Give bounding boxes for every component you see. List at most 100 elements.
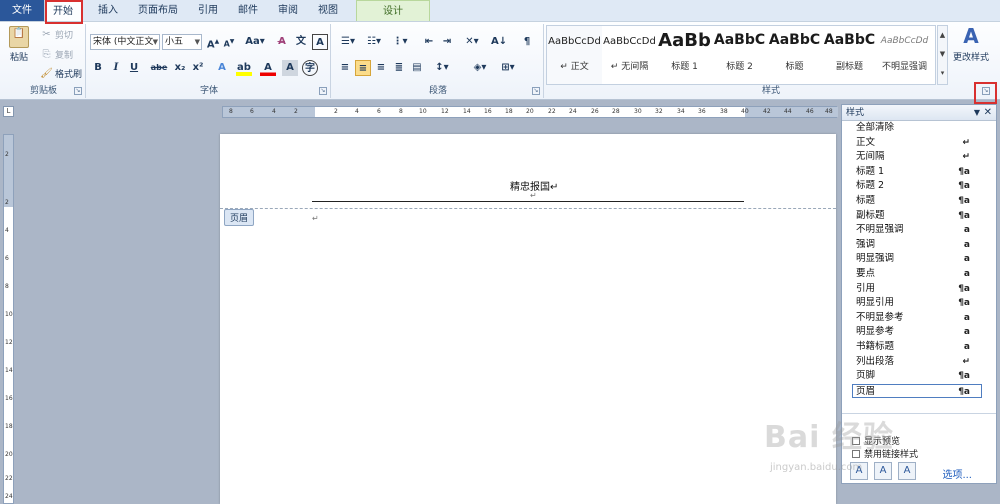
chinese-layout-icon[interactable]: ✕▾ xyxy=(461,34,483,50)
style-gallery-item[interactable]: AaBbC 标题 xyxy=(767,26,822,84)
sort-icon[interactable]: A↓ xyxy=(491,34,507,50)
tab-review[interactable]: 审阅 xyxy=(268,0,308,21)
char-border-icon[interactable]: A xyxy=(312,34,328,50)
style-list-item-selected[interactable]: 页眉 ¶a xyxy=(852,383,982,399)
change-case-icon[interactable]: Aa▾ xyxy=(245,34,265,50)
style-item-name: 标题 1 xyxy=(856,165,885,177)
strikethrough-icon[interactable]: abe xyxy=(148,60,170,76)
decrease-indent-icon[interactable]: ⇤ xyxy=(421,34,437,50)
change-styles-button[interactable]: A 更改样式 xyxy=(951,24,991,63)
style-gallery-item[interactable]: AaBbCcDd ↵ 无间隔 xyxy=(602,26,657,84)
style-gallery-item[interactable]: AaBbCcDd ↵ 正文 xyxy=(547,26,602,84)
style-list-item[interactable]: 要点 a xyxy=(842,267,996,282)
ruler-tick: 10 xyxy=(5,311,13,318)
line-spacing-icon[interactable]: ↕▾ xyxy=(431,60,453,76)
char-shading-icon[interactable]: A xyxy=(282,60,298,76)
borders-icon[interactable]: ⊞▾ xyxy=(497,60,519,76)
style-list-item[interactable]: 强调 a xyxy=(842,238,996,253)
italic-icon[interactable]: I xyxy=(108,60,124,76)
vertical-ruler[interactable]: 2 2 4 6 8 10 12 14 16 18 20 22 24 xyxy=(3,134,14,504)
paste-button[interactable]: 📋 粘贴 xyxy=(6,26,32,63)
font-color-icon[interactable]: A xyxy=(260,60,276,76)
style-list-item[interactable]: 正文 ↵ xyxy=(842,136,996,151)
align-right-icon[interactable]: ≡ xyxy=(373,60,389,76)
manage-styles-icon[interactable]: A xyxy=(898,462,916,480)
close-icon[interactable]: ✕ xyxy=(984,105,992,121)
style-gallery-item[interactable]: AaBbCcDd 不明显强调 xyxy=(877,26,932,84)
style-list-item[interactable]: 不明显强调 a xyxy=(842,223,996,238)
tab-mailings[interactable]: 邮件 xyxy=(228,0,268,21)
style-gallery-item[interactable]: AaBbC 标题 2 xyxy=(712,26,767,84)
shading-icon[interactable]: ◈▾ xyxy=(469,60,491,76)
ruler-tick: 26 xyxy=(591,108,599,115)
style-list-item[interactable]: 引用 ¶a xyxy=(842,282,996,297)
copy-button[interactable]: ⎘ 复制 xyxy=(40,48,74,61)
font-launcher-icon[interactable]: ↘ xyxy=(319,87,327,95)
underline-icon[interactable]: U xyxy=(126,60,142,76)
style-list-item[interactable]: 明显强调 a xyxy=(842,252,996,267)
superscript-icon[interactable]: x² xyxy=(190,60,206,76)
ruler-margin-left xyxy=(223,107,315,117)
style-gallery-item[interactable]: AaBb 标题 1 xyxy=(657,26,712,84)
show-marks-icon[interactable]: ¶ xyxy=(519,34,535,50)
distributed-icon[interactable]: ▤ xyxy=(409,60,425,76)
styles-launcher-icon[interactable]: ↘ xyxy=(982,87,990,95)
tab-view[interactable]: 视图 xyxy=(308,0,348,21)
gallery-scroll-control[interactable]: ▲ ▼ ▾ xyxy=(937,25,948,85)
style-inspector-icon[interactable]: A xyxy=(874,462,892,480)
justify-icon[interactable]: ≣ xyxy=(391,60,407,76)
font-name-combo[interactable]: 宋体 (中文正文) ▼ xyxy=(90,34,160,50)
align-left-icon[interactable]: ≡ xyxy=(337,60,353,76)
paragraph-launcher-icon[interactable]: ↘ xyxy=(532,87,540,95)
tab-home[interactable]: 开始 xyxy=(44,0,82,21)
style-gallery-item[interactable]: AaBbC 副标题 xyxy=(822,26,877,84)
clear-format-icon[interactable]: A̶ xyxy=(274,34,290,50)
style-list-item[interactable]: 标题 2 ¶a xyxy=(842,179,996,194)
highlight-icon[interactable]: ab xyxy=(236,60,252,76)
bold-icon[interactable]: B xyxy=(90,60,106,76)
tab-design[interactable]: 设计 xyxy=(356,0,430,21)
enclosed-char-icon[interactable]: 字 xyxy=(302,60,318,76)
style-list-item[interactable]: 列出段落 ↵ xyxy=(842,355,996,370)
pane-menu-icon[interactable]: ▼ xyxy=(974,105,980,121)
horizontal-ruler[interactable]: 8 6 4 2 2 4 6 8 10 12 14 16 18 20 22 24 … xyxy=(222,106,838,118)
tab-file[interactable]: 文件 xyxy=(0,0,44,21)
style-list-item[interactable]: 无间隔 ↵ xyxy=(842,150,996,165)
style-list-item[interactable]: 全部清除 xyxy=(842,121,996,136)
subscript-icon[interactable]: x₂ xyxy=(172,60,188,76)
style-list-item[interactable]: 书籍标题 a xyxy=(842,340,996,355)
align-center-icon[interactable]: ≡ xyxy=(355,60,371,76)
style-list-item[interactable]: 明显引用 ¶a xyxy=(842,296,996,311)
change-styles-label: 更改样式 xyxy=(952,53,989,63)
font-size-combo[interactable]: 小五 ▼ xyxy=(162,34,202,50)
document-page[interactable]: 精忠报国↵ ↵ 页眉 ↵ xyxy=(220,134,836,504)
text-effects-icon[interactable]: A xyxy=(214,60,230,76)
style-type-icon: ¶a xyxy=(958,371,970,382)
ruler-tick: 4 xyxy=(272,108,276,115)
style-list-item[interactable]: 副标题 ¶a xyxy=(842,209,996,224)
font-name-value: 宋体 (中文正文) xyxy=(93,37,153,47)
format-painter-button[interactable]: 🖌 格式刷 xyxy=(40,67,82,80)
tab-insert[interactable]: 插入 xyxy=(88,0,128,21)
phonetic-guide-icon[interactable]: 文 xyxy=(293,34,309,50)
increase-indent-icon[interactable]: ⇥ xyxy=(439,34,455,50)
style-list-item[interactable]: 不明显参考 a xyxy=(842,311,996,326)
style-type-icon: ¶a xyxy=(958,195,970,206)
tab-references[interactable]: 引用 xyxy=(188,0,228,21)
multilevel-list-icon[interactable]: ⋮▾ xyxy=(389,34,411,50)
numbering-icon[interactable]: ☷▾ xyxy=(363,34,385,50)
style-list-item[interactable]: 标题 1 ¶a xyxy=(842,165,996,180)
ruler-tick: 6 xyxy=(5,255,9,262)
style-list-item[interactable]: 明显参考 a xyxy=(842,325,996,340)
tab-selector-icon[interactable]: L xyxy=(3,106,14,117)
options-link[interactable]: 选项... xyxy=(942,466,972,481)
clipboard-launcher-icon[interactable]: ↘ xyxy=(74,87,82,95)
shrink-font-icon[interactable]: A▼ xyxy=(221,34,237,50)
style-list-item[interactable]: 标题 ¶a xyxy=(842,194,996,209)
style-sample: AaBb xyxy=(658,30,711,51)
style-list-item[interactable]: 页脚 ¶a xyxy=(842,369,996,384)
cut-button[interactable]: ✂ 剪切 xyxy=(40,28,73,41)
bullets-icon[interactable]: ☰▾ xyxy=(337,34,359,50)
grow-font-icon[interactable]: A▲ xyxy=(205,34,221,50)
tab-page-layout[interactable]: 页面布局 xyxy=(128,0,188,21)
